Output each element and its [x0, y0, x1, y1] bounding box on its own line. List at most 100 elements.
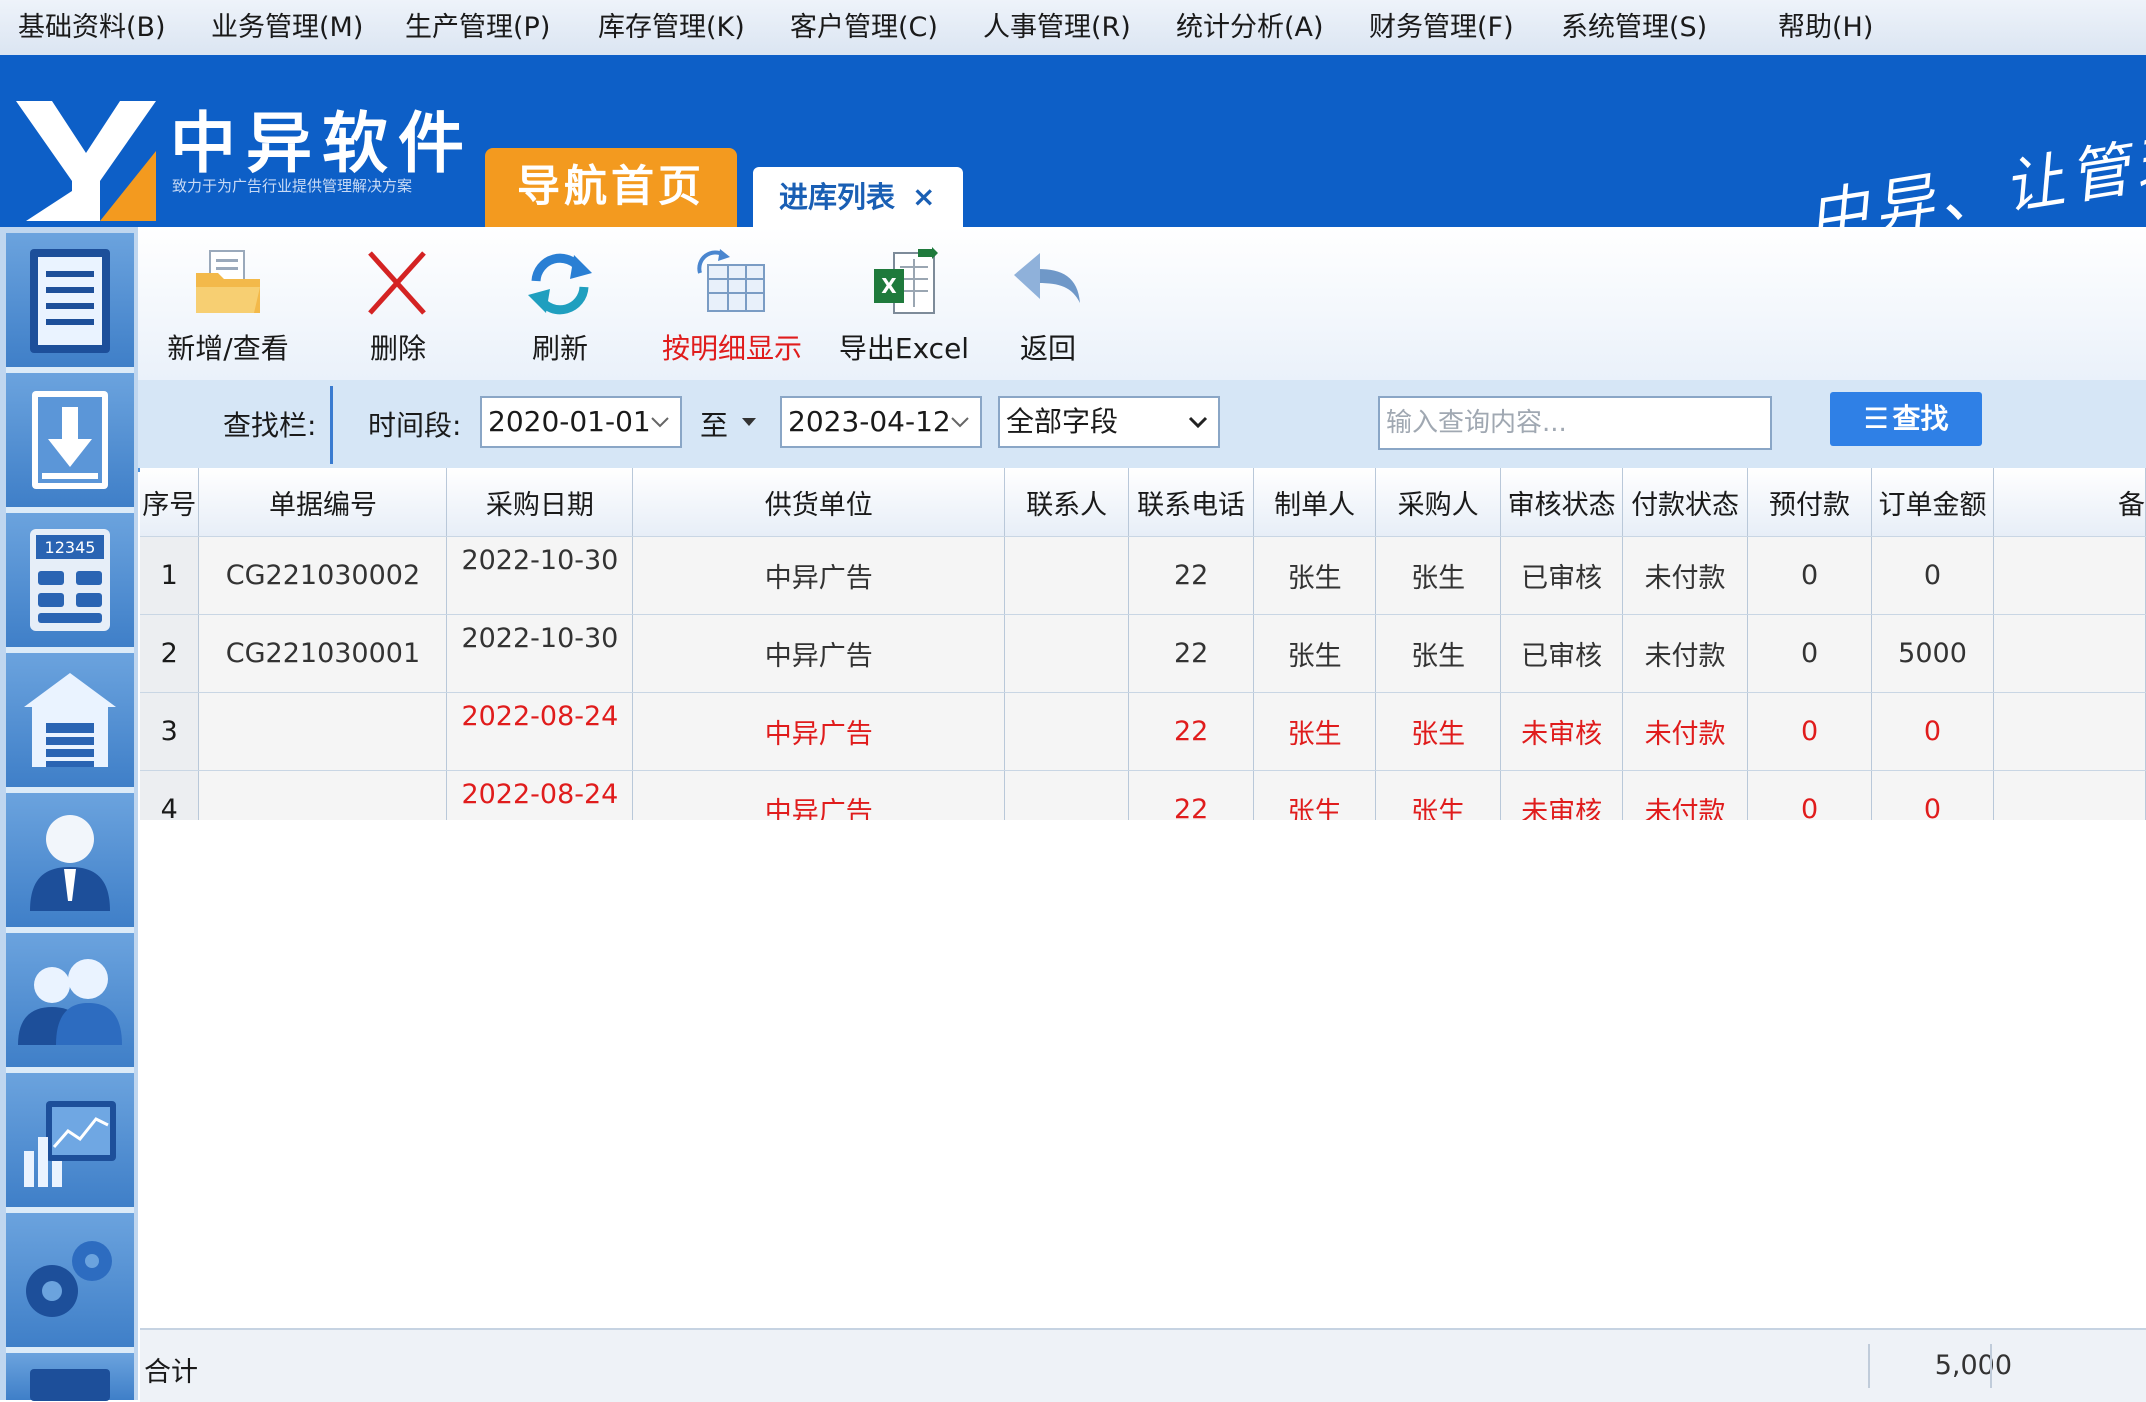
date-from-value: 2020-01-01 — [488, 405, 651, 438]
delete-button[interactable]: 删除 — [328, 247, 468, 377]
cell-purchase-date: 2022-10-30 — [446, 614, 634, 693]
cell-audit-status: 已审核 — [1500, 614, 1624, 693]
cell-phone: 22 — [1128, 536, 1255, 615]
menu-help[interactable]: 帮助(H) — [1778, 0, 1873, 55]
field-select-value: 全部字段 — [1006, 405, 1119, 438]
delete-label: 删除 — [369, 332, 426, 365]
menu-finance[interactable]: 财务管理(F) — [1369, 0, 1514, 55]
cell-order-amount: 0 — [1871, 692, 1995, 771]
document-icon — [30, 249, 110, 353]
cell-buyer: 张生 — [1375, 536, 1502, 615]
cell-prepaid: 0 — [1747, 536, 1873, 615]
column-header[interactable]: 供货单位 — [632, 468, 1006, 537]
cell-purchase-date: 2022-08-24 — [446, 692, 634, 771]
cell-doc-no: CG221030001 — [198, 614, 448, 693]
menu-basic-data[interactable]: 基础资料(B) — [18, 0, 166, 55]
inbound-icon — [32, 391, 108, 489]
search-divider — [330, 386, 333, 464]
menu-business[interactable]: 业务管理(M) — [211, 0, 363, 55]
warehouse-icon — [24, 673, 116, 767]
menu-inventory[interactable]: 库存管理(K) — [598, 0, 745, 55]
cell-doc-no — [198, 692, 448, 771]
column-header[interactable]: 备 — [1993, 468, 2146, 537]
cell-doc-no: CG221030002 — [198, 536, 448, 615]
menu-system[interactable]: 系统管理(S) — [1561, 0, 1707, 55]
cell-contact — [1004, 614, 1130, 693]
menu-personnel[interactable]: 人事管理(R) — [983, 0, 1131, 55]
sidebar-item-documents[interactable] — [6, 233, 134, 373]
toolbar: 新增/查看 删除 刷新 按明细显示 X 导出Excel 返回 — [138, 227, 2146, 381]
close-icon[interactable]: × — [912, 167, 935, 227]
cell-audit-status: 未审核 — [1500, 692, 1624, 771]
cell-buyer: 张生 — [1375, 692, 1502, 771]
back-label: 返回 — [1019, 332, 1076, 365]
sidebar-item-calculator[interactable]: 12345 — [6, 513, 134, 653]
cell-order-amount: 0 — [1871, 536, 1995, 615]
cell-prepaid: 0 — [1747, 614, 1873, 693]
sidebar-item-statistics[interactable] — [6, 1073, 134, 1213]
users-icon — [18, 959, 122, 1045]
column-header[interactable]: 序号 — [140, 468, 200, 537]
back-button[interactable]: 返回 — [978, 247, 1118, 377]
menu-statistics[interactable]: 统计分析(A) — [1176, 0, 1324, 55]
tab-inbound-list[interactable]: 进库列表 × — [753, 167, 963, 227]
detail-view-button[interactable]: 按明细显示 — [652, 247, 812, 377]
cell-pay-status: 未付款 — [1622, 536, 1749, 615]
data-grid: 序号 单据编号 采购日期 供货单位 联系人 联系电话 制单人 采购人 审核状态 … — [140, 468, 2146, 849]
column-header[interactable]: 单据编号 — [198, 468, 448, 537]
sidebar-item-customers[interactable] — [6, 933, 134, 1073]
brand-tagline: 致力于为广告行业提供管理解决方案 — [172, 177, 413, 195]
date-to-value: 2023-04-12 — [788, 405, 951, 438]
brand-name: 中异软件 — [170, 105, 474, 182]
export-excel-button[interactable]: X 导出Excel — [824, 247, 984, 377]
svg-text:12345: 12345 — [45, 538, 96, 557]
summary-footer: 合计 5,000 — [140, 1328, 2146, 1402]
cell-seq: 1 — [140, 536, 200, 615]
column-header[interactable]: 联系电话 — [1128, 468, 1255, 537]
cell-remark — [1993, 536, 2146, 615]
detail-view-label: 按明细显示 — [661, 332, 802, 365]
back-arrow-icon — [1014, 253, 1080, 303]
column-header[interactable]: 采购日期 — [446, 468, 634, 537]
menu-customer[interactable]: 客户管理(C) — [790, 0, 938, 55]
column-header[interactable]: 付款状态 — [1622, 468, 1749, 537]
export-excel-label: 导出Excel — [838, 332, 970, 365]
sidebar-item-personnel[interactable] — [6, 793, 134, 933]
column-header[interactable]: 审核状态 — [1500, 468, 1624, 537]
cell-seq: 3 — [140, 692, 200, 771]
caret-down-icon[interactable] — [738, 406, 760, 436]
table-row[interactable]: 3 2022-08-24 中异广告 22 张生 张生 未审核 未付款 0 0 — [140, 692, 2146, 771]
sidebar-item-monitor[interactable] — [6, 1353, 134, 1401]
menu-production[interactable]: 生产管理(P) — [405, 0, 550, 55]
sidebar-item-inbound[interactable] — [6, 373, 134, 513]
tab-navigation-home[interactable]: 导航首页 — [485, 148, 737, 227]
footer-divider — [1990, 1344, 1992, 1388]
refresh-button[interactable]: 刷新 — [490, 247, 630, 377]
date-from-picker[interactable]: 2020-01-01 — [480, 396, 682, 448]
sidebar-item-warehouse[interactable] — [6, 653, 134, 793]
total-label: 合计 — [144, 1357, 198, 1388]
sidebar-item-settings[interactable] — [6, 1213, 134, 1353]
cell-creator: 张生 — [1253, 536, 1377, 615]
cell-supplier: 中异广告 — [632, 536, 1006, 615]
cell-contact — [1004, 692, 1130, 771]
search-input[interactable] — [1378, 396, 1772, 450]
column-header[interactable]: 预付款 — [1747, 468, 1873, 537]
column-header[interactable]: 联系人 — [1004, 468, 1130, 537]
table-row[interactable]: 1 CG221030002 2022-10-30 中异广告 22 张生 张生 已… — [140, 536, 2146, 615]
table-row[interactable]: 2 CG221030001 2022-10-30 中异广告 22 张生 张生 已… — [140, 614, 2146, 693]
add-view-button[interactable]: 新增/查看 — [158, 247, 298, 377]
column-header[interactable]: 采购人 — [1375, 468, 1502, 537]
svg-text:X: X — [881, 274, 897, 298]
cell-phone: 22 — [1128, 692, 1255, 771]
column-header[interactable]: 制单人 — [1253, 468, 1377, 537]
date-to-picker[interactable]: 2023-04-12 — [780, 396, 982, 448]
cell-creator: 张生 — [1253, 614, 1377, 693]
menu-bar: 基础资料(B) 业务管理(M) 生产管理(P) 库存管理(K) 客户管理(C) … — [0, 0, 2146, 56]
column-header[interactable]: 订单金额 — [1871, 468, 1995, 537]
search-button[interactable]: ☰ 查找 — [1830, 392, 1982, 446]
field-select[interactable]: 全部字段 — [998, 396, 1220, 448]
chart-icon — [24, 1101, 116, 1187]
cell-prepaid: 0 — [1747, 692, 1873, 771]
user-icon — [30, 815, 110, 911]
